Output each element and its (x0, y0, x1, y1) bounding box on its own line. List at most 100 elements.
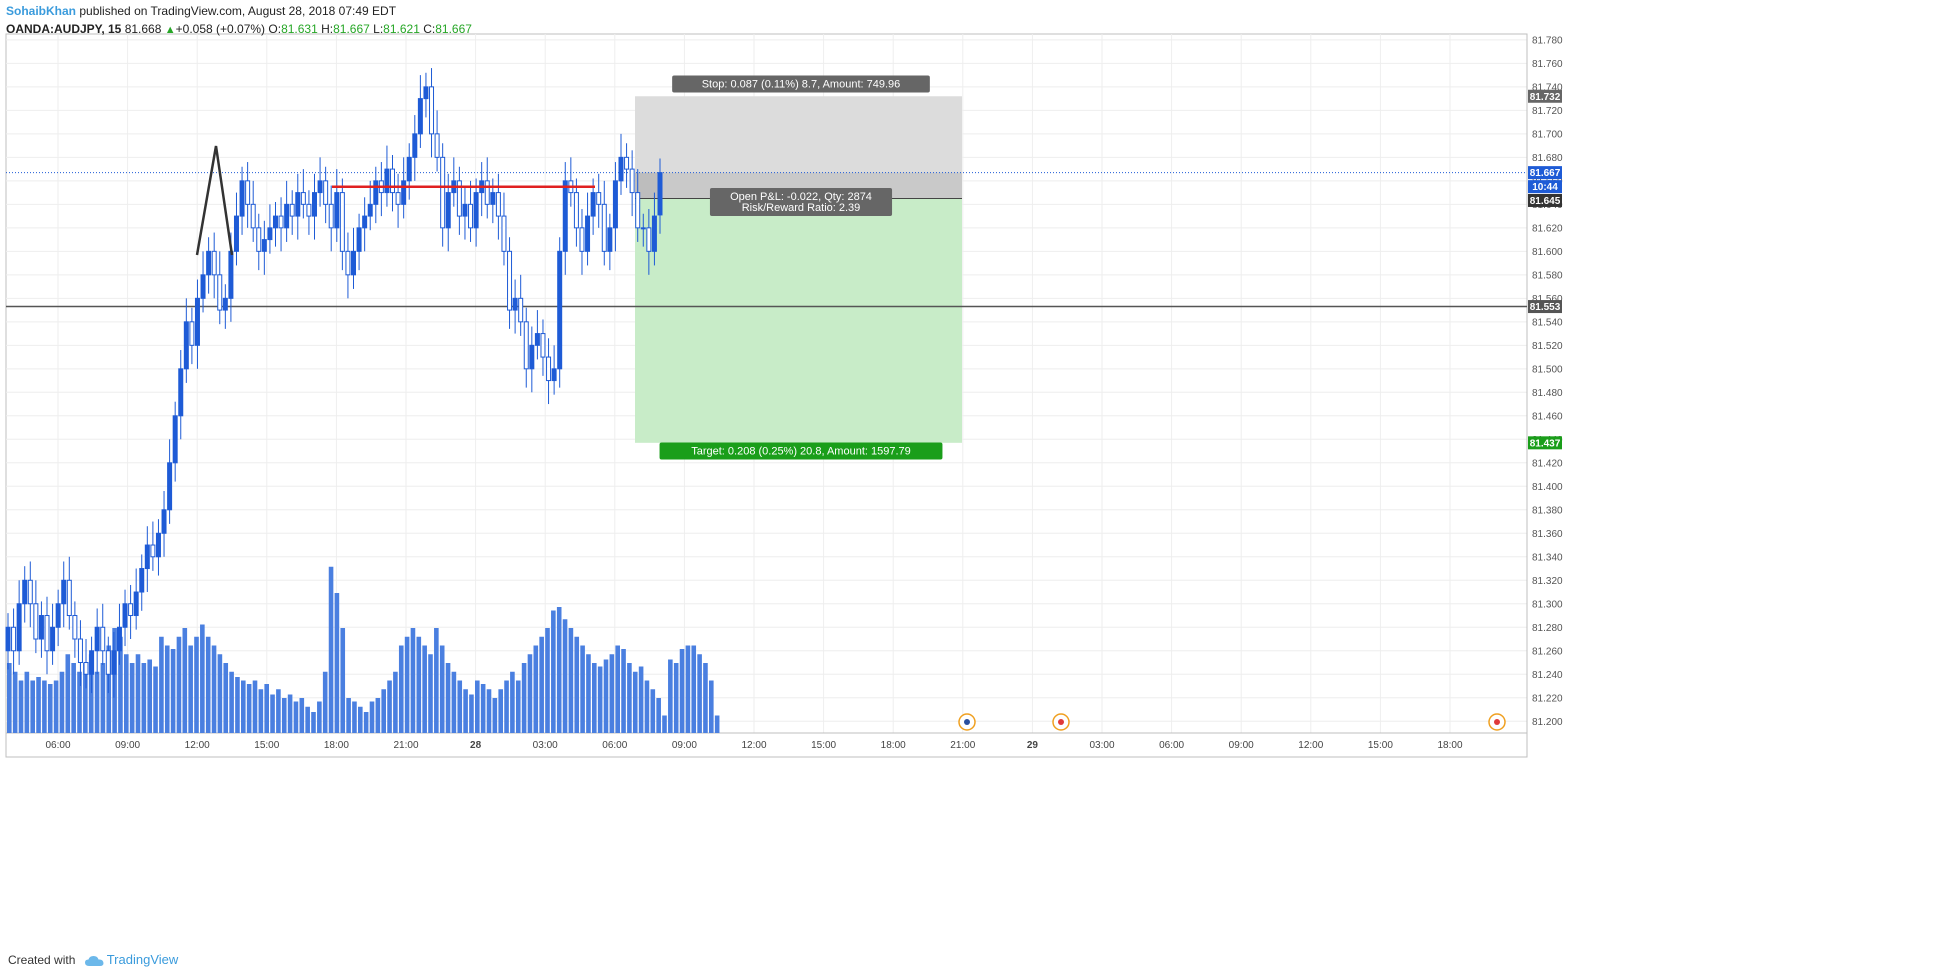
x-tick-label: 03:00 (1089, 740, 1114, 751)
y-tick-label: 81.720 (1532, 106, 1563, 117)
volume-bar (340, 628, 346, 733)
volume-bar (141, 663, 147, 733)
volume-bar (246, 684, 252, 733)
x-tick-label: 03:00 (533, 740, 558, 751)
candle-body (607, 227, 613, 252)
price-chart[interactable]: 81.78081.76081.74081.72081.70081.68081.6… (0, 0, 1957, 979)
volume-bar (176, 636, 182, 733)
volume-bar (270, 694, 275, 733)
x-tick-label: 15:00 (254, 740, 279, 751)
volume-bar (53, 680, 59, 733)
volume-bar (709, 680, 714, 733)
volume-bar (135, 654, 141, 733)
candle-body (484, 180, 490, 205)
candle-body (529, 344, 535, 370)
candle-body (89, 650, 95, 675)
volume-bar (94, 671, 100, 733)
target-zone (635, 198, 962, 443)
ohlc-line: OANDA:AUDJPY, 15 81.668 ▲+0.058 (+0.07%)… (6, 20, 472, 39)
candle-body (139, 568, 145, 593)
candle-body (194, 297, 200, 346)
entry-price-tag: 81.645 (1530, 196, 1561, 207)
y-tick-label: 81.600 (1532, 247, 1563, 258)
candle-body (562, 180, 568, 252)
open-value: 81.631 (281, 22, 318, 36)
candle-body (546, 356, 552, 382)
candle-body (150, 544, 156, 558)
candle-body (412, 133, 418, 158)
volume-bar (223, 663, 229, 733)
volume-bar (650, 689, 656, 733)
volume-bar (334, 593, 340, 733)
volume-bar (714, 715, 720, 733)
candle-body (272, 215, 278, 229)
y-tick-label: 81.240 (1532, 670, 1563, 681)
y-tick-label: 81.620 (1532, 223, 1563, 234)
volume-bar (358, 706, 363, 733)
volume-bar (153, 666, 158, 733)
y-tick-label: 81.760 (1532, 59, 1563, 70)
candle-body (339, 192, 345, 252)
candle-body (61, 579, 67, 605)
volume-bar (112, 628, 117, 733)
candle-body (311, 192, 317, 217)
volume-bar (463, 689, 468, 733)
volume-bar (47, 684, 53, 733)
volume-bar (147, 659, 152, 733)
volume-bar (375, 698, 381, 733)
volume-bar (299, 698, 305, 733)
author-link[interactable]: SohaibKhan (6, 4, 76, 18)
candle-body (267, 227, 273, 241)
volume-bar (521, 663, 527, 733)
volume-bar (369, 701, 375, 733)
candle-body (38, 615, 44, 640)
candle-body (629, 168, 635, 194)
y-tick-label: 81.400 (1532, 482, 1563, 493)
volume-bar (545, 628, 550, 733)
stop-label-text: Stop: 0.087 (0.11%) 8.7, Amount: 749.96 (702, 79, 901, 91)
volume-bar (428, 654, 433, 733)
x-tick-label: 06:00 (602, 740, 627, 751)
pnl-label-text: Risk/Reward Ratio: 2.39 (742, 202, 861, 214)
candle-body (228, 250, 234, 299)
tradingview-link[interactable]: TradingView (107, 952, 179, 967)
open-label: O: (268, 22, 282, 36)
candle-body (278, 215, 284, 229)
y-tick-label: 81.260 (1532, 646, 1563, 657)
volume-bar (287, 694, 293, 733)
candle-body (211, 250, 217, 276)
volume-bar (252, 680, 258, 733)
candle-body (239, 180, 245, 217)
close-value: 81.667 (435, 22, 472, 36)
x-tick-label: 09:00 (672, 740, 697, 751)
y-tick-label: 81.780 (1532, 35, 1563, 46)
candle-body (345, 250, 351, 276)
volume-bar (609, 654, 615, 733)
volume-bar (644, 680, 650, 733)
symbol-label[interactable]: OANDA:AUDJPY, 15 (6, 22, 121, 36)
candle-body (557, 250, 563, 370)
candle-body (183, 321, 189, 370)
volume-bar (586, 654, 591, 733)
candle-body (373, 180, 379, 205)
volume-bar (124, 654, 129, 733)
volume-bar (317, 701, 322, 733)
candle-body (440, 156, 446, 229)
volume-bar (200, 624, 205, 733)
candle-body (284, 203, 290, 229)
volume-bar (504, 680, 509, 733)
volume-bar (129, 663, 135, 733)
volume-bar (527, 654, 533, 733)
candle-body (33, 603, 39, 640)
volume-bar (363, 712, 369, 733)
volume-bar (492, 698, 498, 733)
candle-body (534, 333, 540, 346)
candle-body (401, 180, 407, 205)
volume-bar (71, 663, 76, 733)
volume-bar (328, 566, 334, 733)
candle-body (434, 133, 440, 158)
candle-body (206, 250, 212, 276)
candle-body (356, 227, 362, 252)
x-tick-label: 21:00 (950, 740, 975, 751)
y-tick-label: 81.320 (1532, 576, 1563, 587)
